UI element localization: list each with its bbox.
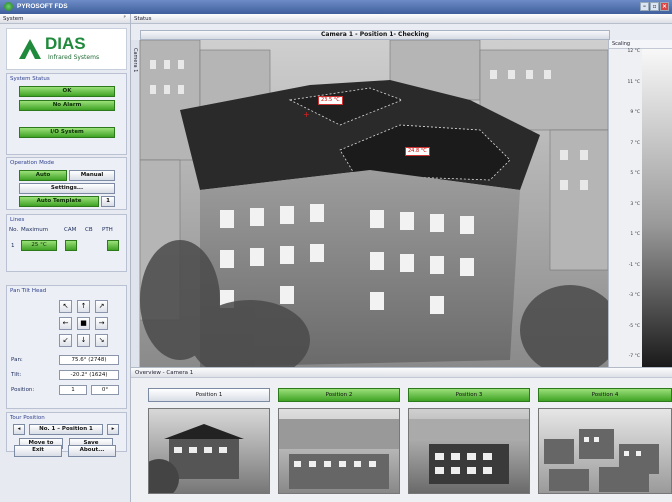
maximize-button[interactable]: ▫ [650, 2, 659, 11]
line-cam-indicator [65, 240, 77, 251]
scale-tick-label: -5 °C [628, 323, 640, 329]
scale-tick-label: -7 °C [628, 354, 640, 359]
group-title: System Status [10, 76, 50, 82]
group-title: Lines [10, 217, 25, 223]
arrow-up-button[interactable]: ↑ [77, 300, 90, 313]
close-button[interactable]: × [660, 2, 669, 11]
auto-mode-button[interactable]: Auto [19, 170, 67, 181]
status-header: Status [131, 14, 672, 24]
col-pth: PTH [102, 227, 113, 233]
about-button[interactable]: About... [68, 445, 116, 457]
tilt-label: Tilt: [11, 372, 22, 378]
dias-emblem-icon [19, 39, 41, 59]
position-4-thumbnail[interactable] [538, 408, 672, 494]
system-status-group: System Status OK No Alarm I/O System [6, 73, 127, 155]
line-pth-indicator [107, 240, 119, 251]
scale-tick-label: 1 °C [630, 232, 640, 237]
thermal-image [140, 40, 608, 367]
tour-prev-button[interactable]: ◂ [13, 424, 25, 435]
col-cam: CAM [64, 227, 77, 233]
logo-brand: DIAS [45, 34, 86, 53]
dias-logo: DIAS Infrared Systems [6, 28, 127, 70]
roof-measurement-2: 24.8 °C [405, 147, 430, 156]
arrow-up-left-button[interactable]: ↖ [59, 300, 72, 313]
position-degree: 0° [91, 385, 119, 395]
operation-mode-group: Operation Mode Auto Manual Settings... A… [6, 157, 127, 210]
sidebar-header: System ᵖ [0, 14, 130, 24]
camera-tab[interactable]: Camera 1 [131, 40, 140, 367]
scale-tick-label: 7 °C [630, 140, 640, 146]
scaling-title: Scaling [609, 40, 672, 49]
line-maximum-value: 25 °C [21, 240, 57, 251]
position-3-button[interactable]: Position 3 [408, 388, 530, 402]
group-title: Operation Mode [10, 160, 55, 166]
group-title: Pan Tilt Head [10, 288, 47, 294]
col-maximum: Maximum [21, 227, 49, 233]
scale-tick-label: 11 °C [627, 79, 640, 85]
title-bar: PYROSOFT FDS – ▫ × [0, 0, 672, 14]
overview-title: Overview - Camera 1 [131, 368, 672, 378]
pan-label: Pan: [11, 357, 23, 363]
pan-value: 75.6° (2748) [59, 355, 119, 365]
tour-position-select[interactable]: No. 1 – Position 1 [29, 424, 103, 435]
lines-group: Lines No. Maximum CAM CB PTH 1 25 °C [6, 214, 127, 272]
minimize-button[interactable]: – [640, 2, 649, 11]
scale-tick-label: 9 °C [630, 110, 640, 115]
position-1-thumbnail[interactable] [148, 408, 270, 494]
status-title: Status [134, 16, 152, 22]
auto-template-button[interactable]: Auto Template [19, 196, 99, 207]
roof-measurement-1: 23.5 °C [318, 96, 343, 105]
scale-tick-label: 12 °C [627, 49, 640, 54]
position-3-thumbnail[interactable] [408, 408, 530, 494]
scale-tick-label: -3 °C [628, 293, 640, 298]
arrow-down-left-button[interactable]: ↙ [59, 334, 72, 347]
camera-tab-label: Camera 1 [132, 48, 138, 73]
settings-button[interactable]: Settings... [19, 183, 115, 194]
position-2-button[interactable]: Position 2 [278, 388, 400, 402]
position-1-button[interactable]: Position 1 [148, 388, 270, 402]
position-2-thumbnail[interactable] [278, 408, 400, 494]
position-label: Position: [11, 387, 35, 393]
exit-button[interactable]: Exit [14, 445, 62, 457]
position-input[interactable]: 1 [59, 385, 87, 395]
arrow-left-button[interactable]: ← [59, 317, 72, 330]
arrow-up-right-button[interactable]: ↗ [95, 300, 108, 313]
sidebar: System ᵖ DIAS Infrared Systems System St… [0, 14, 131, 502]
camera-title: Camera 1 - Position 1- Checking [140, 30, 610, 40]
scale-tick-label: -1 °C [628, 262, 640, 268]
pin-icon[interactable]: ᵖ [124, 15, 126, 21]
template-number[interactable]: 1 [101, 196, 115, 207]
col-no: No. [9, 227, 19, 233]
stop-button[interactable]: ■ [77, 317, 90, 330]
thermal-camera-view[interactable]: 23.5 °C 24.8 °C + [140, 40, 608, 367]
arrow-down-right-button[interactable]: ↘ [95, 334, 108, 347]
app-title: PYROSOFT FDS [17, 3, 68, 10]
arrow-down-button[interactable]: ↓ [77, 334, 90, 347]
hotspot-marker-icon: + [303, 110, 310, 119]
alarm-indicator: No Alarm [19, 100, 115, 111]
app-logo-icon [4, 2, 13, 11]
manual-mode-button[interactable]: Manual [69, 170, 115, 181]
arrow-right-button[interactable]: → [95, 317, 108, 330]
tilt-value: -20.2° (1624) [59, 370, 119, 380]
col-cb: CB [85, 227, 93, 233]
io-system-button[interactable]: I/O System [19, 127, 115, 138]
tour-next-button[interactable]: ▸ [107, 424, 119, 435]
temperature-scale-bar [642, 49, 672, 367]
scale-tick-label: 3 °C [630, 201, 640, 207]
sidebar-title: System [3, 16, 24, 22]
scale-tick-label: 5 °C [630, 171, 640, 176]
status-ok-indicator: OK [19, 86, 115, 97]
logo-tagline: Infrared Systems [48, 54, 100, 61]
group-title: Tour Position [10, 415, 45, 421]
position-4-button[interactable]: Position 4 [538, 388, 672, 402]
line-no: 1 [11, 243, 15, 249]
pan-tilt-group: Pan Tilt Head ↖ ↑ ↗ ← ■ → ↙ ↓ ↘ Pan: 75.… [6, 285, 127, 409]
